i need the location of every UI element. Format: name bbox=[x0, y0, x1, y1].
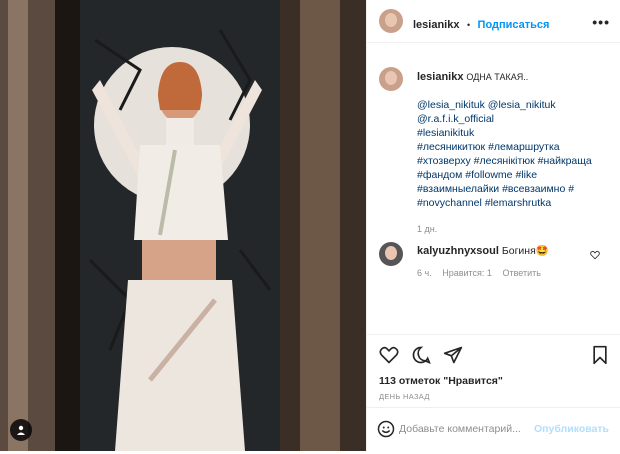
comment-icon[interactable] bbox=[411, 345, 431, 365]
post-photo[interactable] bbox=[0, 0, 366, 451]
caption-timestamp[interactable]: 1 дн. bbox=[417, 222, 613, 236]
share-icon[interactable] bbox=[443, 345, 463, 365]
hashtag-link[interactable]: #взаимныелайки bbox=[417, 183, 499, 195]
post-caption: lesianikx ОДНА ТАКАЯ.. @lesia_nikituk @l… bbox=[417, 70, 613, 236]
publish-button[interactable]: Опубликовать bbox=[534, 423, 609, 435]
hashtag-link[interactable]: #лесяникитюк bbox=[417, 141, 485, 153]
commenter-username[interactable]: kalyuzhnyxsoul bbox=[417, 245, 499, 257]
separator-dot: • bbox=[466, 20, 471, 30]
post-actions: 113 отметок "Нравится" ДЕНЬ НАЗАД Опубли… bbox=[367, 334, 620, 453]
mention-link[interactable]: @lesia_nikituk bbox=[417, 99, 485, 111]
author-username[interactable]: lesianikx bbox=[413, 19, 459, 31]
emoji-icon[interactable] bbox=[377, 420, 395, 438]
comment-item: kalyuzhnyxsoul Богиня🤩 6 ч. Нравится: 1 … bbox=[417, 244, 607, 280]
hashtag-link[interactable]: #лемаршрутка bbox=[488, 141, 560, 153]
comment-form: Опубликовать bbox=[367, 407, 620, 454]
mention-link[interactable]: @lesia_nikituk bbox=[488, 99, 556, 111]
comment-time[interactable]: 6 ч. bbox=[417, 268, 432, 278]
hashtag-link[interactable]: #найкраща bbox=[538, 155, 592, 167]
hashtag-link[interactable]: #lesianikituk bbox=[417, 126, 613, 140]
author-avatar[interactable] bbox=[379, 9, 403, 33]
instagram-post: lesianikx • Подписаться ••• lesianikx ОД… bbox=[0, 0, 620, 451]
photo-illustration bbox=[0, 0, 366, 451]
comment-input[interactable] bbox=[397, 422, 551, 436]
user-tag-icon[interactable] bbox=[10, 419, 32, 441]
hashtag-link[interactable]: #novychannel bbox=[417, 197, 482, 209]
hashtag-link[interactable]: #followme bbox=[465, 169, 512, 181]
bookmark-icon[interactable] bbox=[591, 345, 609, 365]
like-count[interactable]: 113 отметок "Нравится" bbox=[379, 375, 503, 387]
commenter-avatar[interactable] bbox=[379, 242, 403, 266]
mention-link[interactable]: @r.a.f.i.k_official bbox=[417, 112, 613, 126]
caption-text: ОДНА ТАКАЯ.. bbox=[466, 72, 529, 82]
more-icon[interactable]: ••• bbox=[592, 14, 610, 30]
comment-heart-icon[interactable] bbox=[590, 250, 600, 260]
hashtag-link[interactable]: #лесянікітюк bbox=[474, 155, 535, 167]
post-date[interactable]: ДЕНЬ НАЗАД bbox=[379, 392, 430, 401]
post-side-panel: lesianikx • Подписаться ••• lesianikx ОД… bbox=[366, 0, 620, 451]
comment-reply-button[interactable]: Ответить bbox=[502, 268, 540, 278]
post-header: lesianikx • Подписаться ••• bbox=[367, 0, 620, 43]
heart-icon[interactable] bbox=[379, 345, 399, 365]
caption-username[interactable]: lesianikx bbox=[417, 71, 463, 83]
hashtag-link[interactable]: #фандом bbox=[417, 169, 462, 181]
comment-text: Богиня🤩 bbox=[501, 245, 549, 257]
hashtag-link[interactable]: #lemarshrutka bbox=[485, 197, 552, 209]
hashtag-link[interactable]: #like bbox=[515, 169, 537, 181]
follow-button[interactable]: Подписаться bbox=[478, 19, 550, 31]
comment-like-count[interactable]: Нравится: 1 bbox=[442, 268, 492, 278]
hashtag-link[interactable]: # bbox=[568, 183, 574, 195]
hashtag-link[interactable]: #всевзаимно bbox=[502, 183, 565, 195]
caption-avatar[interactable] bbox=[379, 67, 403, 91]
comment-meta: 6 ч. Нравится: 1 Ответить bbox=[417, 266, 607, 280]
hashtag-link[interactable]: #хтозверху bbox=[417, 155, 471, 167]
